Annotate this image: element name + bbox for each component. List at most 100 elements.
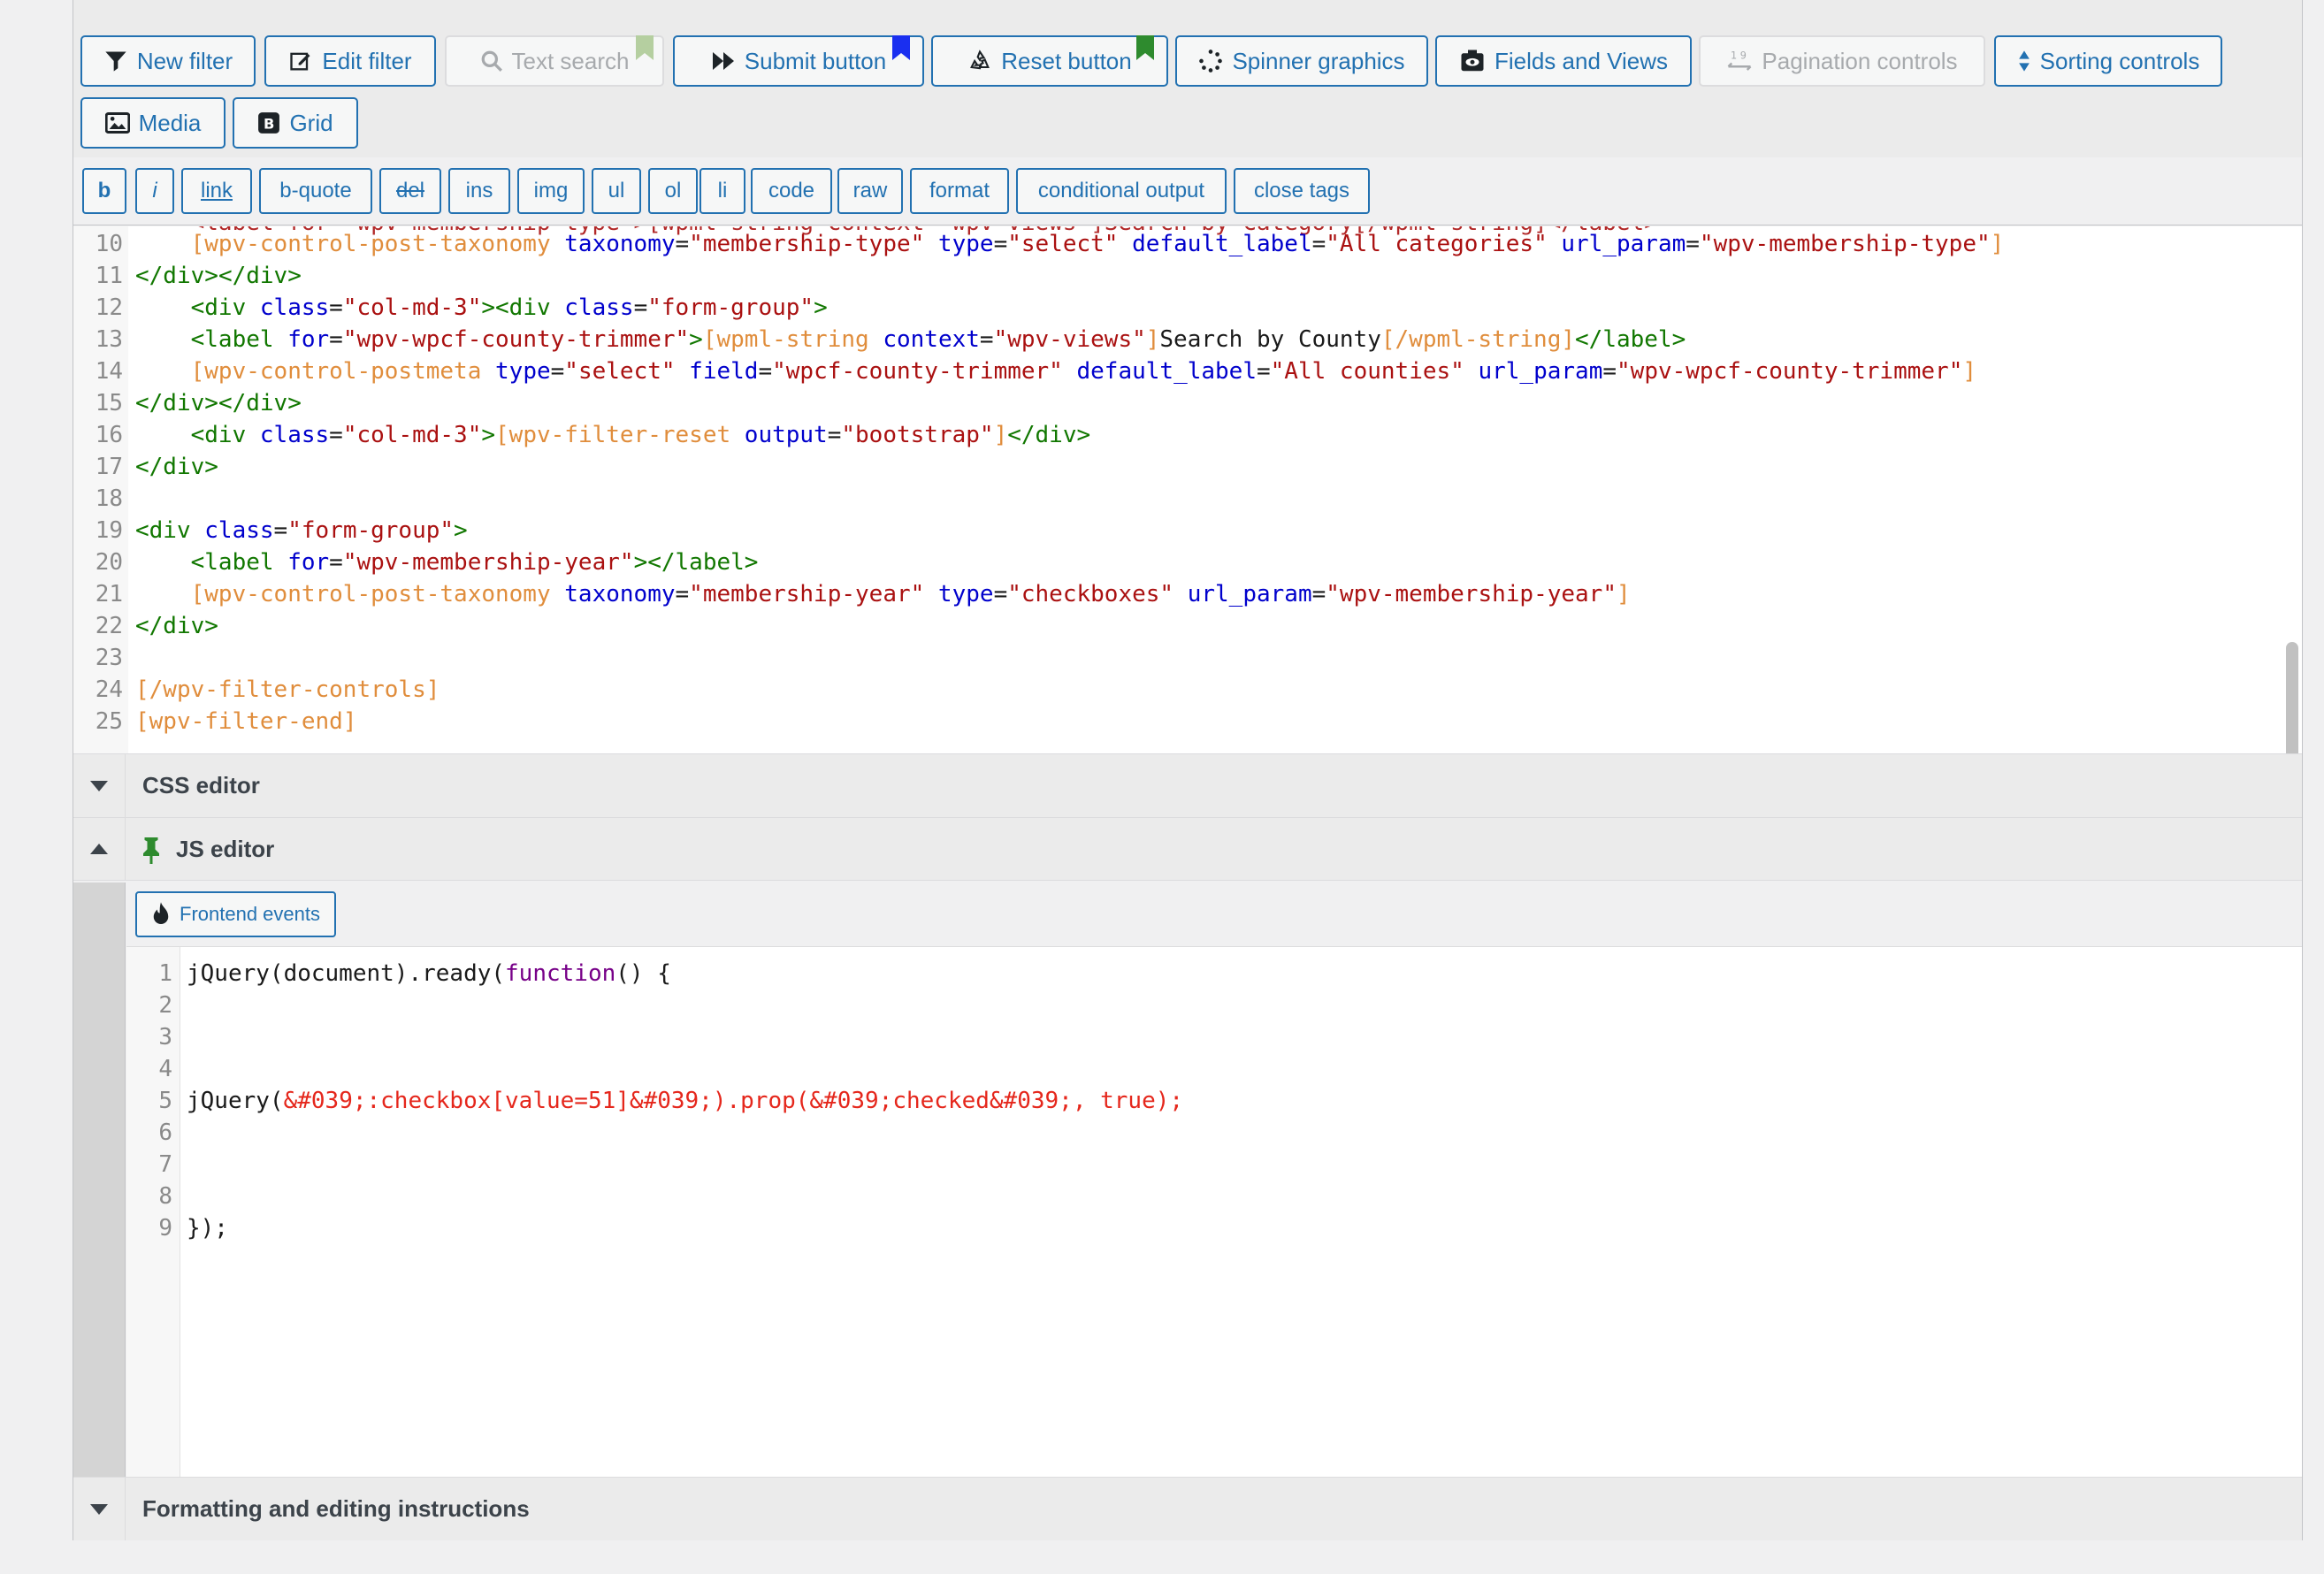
recycle-icon bbox=[970, 50, 990, 70]
filter-toolbar: New filter Edit filter Text search Submi… bbox=[73, 0, 2302, 158]
quicktag-b-quote-button[interactable]: b-quote bbox=[259, 168, 372, 214]
code-line: </div> bbox=[135, 613, 218, 639]
line-number: 2 bbox=[158, 992, 172, 1019]
edit-icon bbox=[290, 52, 310, 71]
code-line: [wpv-filter-end] bbox=[135, 708, 357, 735]
media-button[interactable]: Media bbox=[80, 97, 226, 149]
fields-and-views-label: Fields and Views bbox=[1494, 47, 1669, 74]
quicktag-del-button[interactable]: del bbox=[379, 168, 441, 214]
quicktag-ol-button[interactable]: ol bbox=[648, 168, 698, 214]
line-number: 10 bbox=[95, 231, 123, 257]
quicktag-conditional-output-button[interactable]: conditional output bbox=[1016, 168, 1227, 214]
quicktag-i-button[interactable]: i bbox=[135, 168, 174, 214]
sorting-controls-label: Sorting controls bbox=[2039, 47, 2200, 74]
line-number: 20 bbox=[95, 549, 123, 576]
line-number: 16 bbox=[95, 422, 123, 448]
frontend-events-button[interactable]: Frontend events bbox=[135, 891, 336, 937]
caret-down-icon bbox=[90, 780, 108, 791]
quicktag-close-tags-button[interactable]: close tags bbox=[1234, 168, 1370, 214]
line-number: 1 bbox=[158, 960, 172, 987]
pin-icon bbox=[143, 837, 159, 864]
bookmark-icon bbox=[892, 35, 910, 60]
caret-down-icon bbox=[90, 1503, 108, 1515]
camera-eye-icon bbox=[1461, 50, 1484, 72]
code-line: </div> bbox=[135, 454, 218, 480]
formatting-instructions-section[interactable]: Formatting and editing instructions bbox=[73, 1477, 2302, 1540]
line-number: 5 bbox=[158, 1088, 172, 1114]
editor-scrollbar[interactable] bbox=[2286, 642, 2298, 753]
line-number: 4 bbox=[158, 1056, 172, 1082]
pagination-controls-button[interactable]: 1 9 Pagination controls bbox=[1699, 35, 1985, 87]
svg-text:B: B bbox=[264, 116, 274, 133]
spinner-icon bbox=[1199, 50, 1223, 73]
edit-filter-label: Edit filter bbox=[322, 47, 412, 74]
quicktag-code-button[interactable]: code bbox=[751, 168, 832, 214]
quicktag-li-button[interactable]: li bbox=[699, 168, 745, 214]
line-number: 12 bbox=[95, 294, 123, 321]
new-filter-button[interactable]: New filter bbox=[80, 35, 256, 87]
js-editor-section[interactable]: JS editor bbox=[73, 817, 2302, 881]
code-line: [wpv-control-post-taxonomy taxonomy="mem… bbox=[190, 581, 1631, 607]
line-number: 13 bbox=[95, 326, 123, 353]
grid-button[interactable]: B Grid bbox=[233, 97, 358, 149]
quicktag-raw-button[interactable]: raw bbox=[837, 168, 903, 214]
text-search-label: Text search bbox=[511, 47, 630, 74]
collapse-toggle[interactable] bbox=[73, 818, 126, 880]
line-number: 24 bbox=[95, 676, 123, 703]
media-label: Media bbox=[138, 109, 202, 136]
line-number: 25 bbox=[95, 708, 123, 735]
quicktags-toolbar: b i link b-quote del ins img ul ol li co… bbox=[73, 157, 2302, 225]
edit-filter-button[interactable]: Edit filter bbox=[264, 35, 436, 87]
spinner-graphics-button[interactable]: Spinner graphics bbox=[1175, 35, 1428, 87]
fast-forward-icon bbox=[712, 52, 734, 70]
quicktag-ul-button[interactable]: ul bbox=[592, 168, 641, 214]
line-number: 19 bbox=[95, 517, 123, 544]
code-line: <div class="form-group"> bbox=[135, 517, 468, 544]
line-number: 6 bbox=[158, 1119, 172, 1146]
caret-up-icon bbox=[90, 844, 108, 854]
submit-button-button[interactable]: Submit button bbox=[673, 35, 924, 87]
quicktag-img-button[interactable]: img bbox=[517, 168, 585, 214]
js-editor-title: JS editor bbox=[176, 836, 275, 862]
code-line: jQuery(&#039;:checkbox[value=51]&#039;).… bbox=[187, 1088, 1184, 1114]
filter-icon bbox=[105, 51, 126, 72]
line-number: 7 bbox=[158, 1151, 172, 1178]
bookmark-icon bbox=[636, 35, 654, 60]
expand-toggle[interactable] bbox=[73, 1478, 126, 1540]
frontend-events-label: Frontend events bbox=[180, 903, 320, 925]
code-line: <label for="wpv-membership-year"></label… bbox=[190, 549, 759, 576]
code-line: [/wpv-filter-controls] bbox=[135, 676, 440, 703]
filter-code-editor[interactable]: <label for="wpv-membership-type">[wpml-s… bbox=[73, 226, 2302, 753]
sorting-controls-button[interactable]: Sorting controls bbox=[1994, 35, 2222, 87]
formatting-instructions-title: Formatting and editing instructions bbox=[142, 1495, 530, 1522]
reset-button-button[interactable]: Reset button bbox=[931, 35, 1168, 87]
quicktag-link-button[interactable]: link bbox=[181, 168, 252, 214]
spinner-graphics-label: Spinner graphics bbox=[1232, 47, 1405, 74]
new-filter-label: New filter bbox=[136, 47, 233, 74]
reset-button-label: Reset button bbox=[1001, 47, 1132, 74]
css-editor-section[interactable]: CSS editor bbox=[73, 753, 2302, 817]
code-line: jQuery(document).ready(function() { bbox=[187, 960, 671, 987]
line-number: 21 bbox=[95, 581, 123, 607]
line-number: 18 bbox=[95, 485, 123, 512]
line-number: 14 bbox=[95, 358, 123, 385]
js-editor-toolbar: Frontend events bbox=[126, 883, 2302, 947]
quicktag-b-button[interactable]: b bbox=[82, 168, 126, 214]
pagination-icon: 1 9 bbox=[1728, 50, 1752, 71]
fields-and-views-button[interactable]: Fields and Views bbox=[1435, 35, 1692, 87]
code-line: </div></div> bbox=[135, 263, 302, 289]
quicktag-ins-button[interactable]: ins bbox=[448, 168, 510, 214]
bold-grid-icon: B bbox=[258, 112, 280, 134]
sort-icon bbox=[2018, 50, 2030, 72]
code-line: [wpv-control-postmeta type="select" fiel… bbox=[190, 358, 1977, 385]
js-code-editor[interactable]: 1 jQuery(document).ready(function() {2 3 4 5… bbox=[126, 947, 2302, 1478]
views-filter-editor-panel: New filter Edit filter Text search Submi… bbox=[73, 0, 2303, 1540]
image-icon bbox=[104, 112, 130, 134]
line-number: 11 bbox=[95, 263, 123, 289]
expand-toggle[interactable] bbox=[73, 754, 126, 817]
text-search-button[interactable]: Text search bbox=[445, 35, 664, 87]
line-number: 17 bbox=[95, 454, 123, 480]
svg-text:1 9: 1 9 bbox=[1731, 50, 1747, 62]
grid-label: Grid bbox=[289, 109, 333, 136]
quicktag-format-button[interactable]: format bbox=[910, 168, 1009, 214]
